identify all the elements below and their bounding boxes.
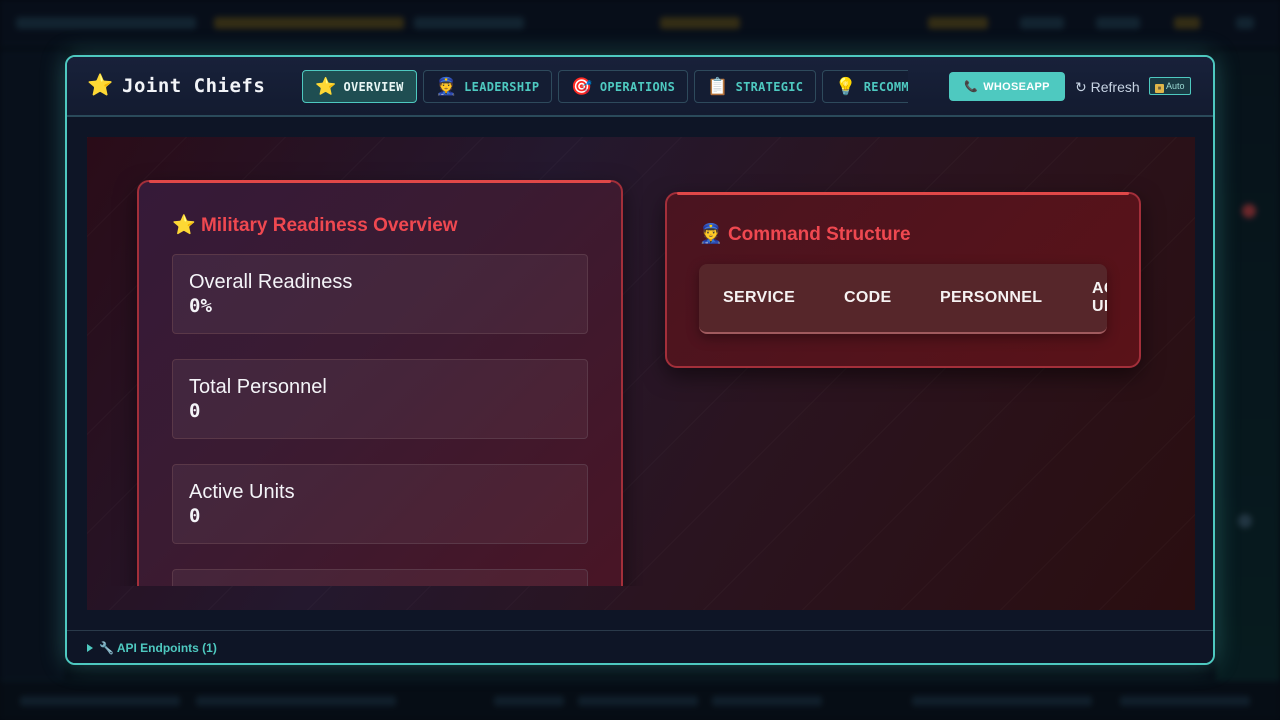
tab-operations[interactable]: 🎯 OPERATIONS (558, 70, 689, 103)
background-right-panel (1216, 50, 1280, 680)
overview-content: ⭐ Military Readiness Overview Overall Re… (87, 137, 1195, 610)
star-icon: ⭐ (87, 74, 114, 97)
background-statusbar (0, 680, 1280, 720)
tab-label: RECOMMENDATIONS (863, 79, 908, 94)
background-topbar (0, 0, 1280, 46)
column-header-active-units[interactable]: ACTIVE UNITS (1092, 264, 1107, 332)
modal-title: Joint Chiefs (122, 75, 266, 97)
refresh-label: Refresh (1090, 79, 1140, 95)
command-card-title: 👮 Command Structure (699, 222, 911, 247)
stat-label: Total Personnel (189, 376, 327, 398)
stat-overall-readiness: Overall Readiness 0% (172, 254, 588, 334)
api-endpoints-label: 🔧 API Endpoints (1) (99, 641, 217, 655)
command-structure-card: 👮 Command Structure SERVICE CODE PERSONN… (665, 192, 1141, 368)
tab-strategic[interactable]: 📋 STRATEGIC (694, 70, 817, 103)
disclosure-triangle-icon (87, 644, 93, 652)
column-header-service[interactable]: SERVICE (723, 264, 795, 332)
api-endpoints-toggle[interactable]: 🔧 API Endpoints (1) (87, 641, 217, 655)
pause-icon: ⏸ (1155, 84, 1164, 93)
column-header-code[interactable]: CODE (844, 264, 891, 332)
stat-value: 0% (189, 295, 212, 317)
column-header-personnel[interactable]: PERSONNEL (940, 264, 1042, 332)
joint-chiefs-modal: ⭐ Joint Chiefs ⭐ OVERVIEW 👮 LEADERSHIP 🎯… (65, 55, 1215, 665)
modal-header: ⭐ Joint Chiefs ⭐ OVERVIEW 👮 LEADERSHIP 🎯… (67, 57, 1213, 117)
tab-label: OPERATIONS (599, 79, 676, 94)
stat-label: Active Units (189, 481, 295, 503)
background-sidebar (0, 50, 64, 680)
tab-label: OVERVIEW (343, 79, 404, 94)
readiness-card: ⭐ Military Readiness Overview Overall Re… (137, 180, 623, 586)
star-icon: ⭐ (315, 76, 337, 97)
refresh-button[interactable]: ↻ Refresh (1075, 77, 1140, 97)
officer-icon: 👮 (699, 223, 723, 245)
tab-bar: ⭐ OVERVIEW 👮 LEADERSHIP 🎯 OPERATIONS 📋 S… (302, 70, 908, 104)
refresh-icon: ↻ (1075, 79, 1087, 95)
command-table[interactable]: SERVICE CODE PERSONNEL ACTIVE UNITS (699, 264, 1107, 334)
stat-total-personnel: Total Personnel 0 (172, 359, 588, 439)
stat-partial (172, 569, 588, 586)
stat-value: 0 (189, 505, 201, 527)
readiness-scroll-area: ⭐ Military Readiness Overview Overall Re… (111, 137, 643, 586)
phone-icon: 📞 (964, 81, 979, 93)
whoseapp-label: WHOSEAPP (983, 80, 1050, 93)
target-icon: 🎯 (571, 76, 593, 97)
whoseapp-button[interactable]: 📞 WHOSEAPP (949, 72, 1065, 101)
auto-label: Auto (1166, 81, 1185, 91)
tab-label: STRATEGIC (735, 79, 804, 94)
tab-overview[interactable]: ⭐ OVERVIEW (302, 70, 417, 103)
tab-leadership[interactable]: 👮 LEADERSHIP (422, 70, 553, 103)
stat-value: 0 (189, 400, 201, 422)
command-title-text: Command Structure (727, 224, 911, 245)
star-icon: ⭐ (172, 214, 196, 236)
stat-active-units: Active Units 0 (172, 464, 588, 544)
tab-label: LEADERSHIP (464, 79, 540, 94)
auto-refresh-toggle[interactable]: ⏸ Auto (1149, 77, 1191, 95)
officer-icon: 👮 (435, 76, 458, 97)
readiness-title-text: Military Readiness Overview (200, 215, 458, 236)
clipboard-icon: 📋 (707, 76, 729, 97)
readiness-card-title: ⭐ Military Readiness Overview (172, 213, 458, 238)
modal-footer: 🔧 API Endpoints (1) (67, 630, 1213, 663)
tab-recommendations[interactable]: 💡 RECOMMENDATIONS (822, 70, 908, 103)
stat-label: Overall Readiness (189, 271, 353, 293)
lightbulb-icon: 💡 (835, 76, 857, 97)
